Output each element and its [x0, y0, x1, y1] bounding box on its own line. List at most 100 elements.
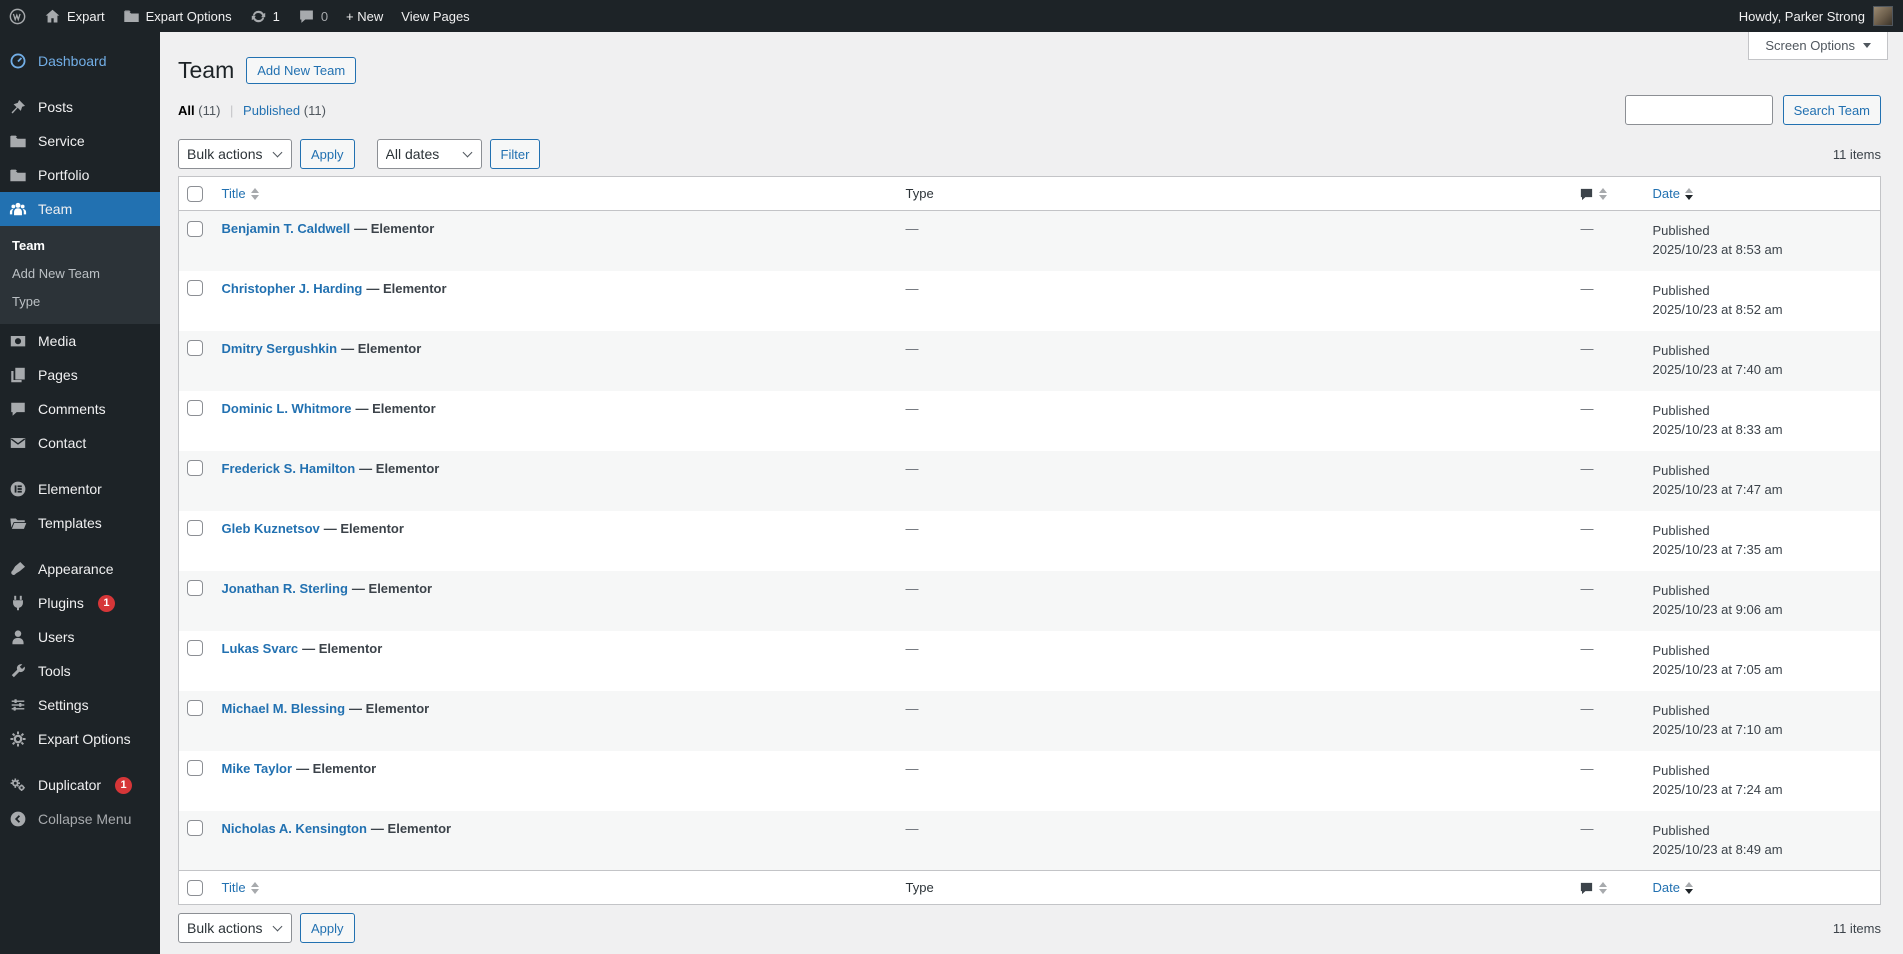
row-title-link[interactable]: Gleb Kuznetsov [222, 521, 320, 536]
row-title-link[interactable]: Christopher J. Harding [222, 281, 363, 296]
row-title-link[interactable]: Mike Taylor [222, 761, 293, 776]
sidebar-item-label: Users [38, 629, 75, 645]
row-type-value: — [905, 340, 919, 356]
submenu-item-add-new-team[interactable]: Add New Team [0, 260, 160, 288]
row-title-link[interactable]: Dominic L. Whitmore [222, 401, 352, 416]
bulk-actions-select[interactable]: Bulk actions [178, 913, 292, 943]
row-checkbox[interactable] [187, 640, 204, 657]
filter-all-link[interactable]: All [178, 103, 195, 118]
row-checkbox[interactable] [187, 400, 204, 417]
row-date: 2025/10/23 at 8:52 am [1652, 301, 1783, 317]
sidebar-item-service[interactable]: Service [0, 124, 160, 158]
sidebar-item-dashboard[interactable]: Dashboard [0, 44, 160, 78]
row-date: 2025/10/23 at 7:35 am [1652, 541, 1783, 557]
apply-button[interactable]: Apply [300, 139, 355, 169]
row-checkbox[interactable] [187, 340, 204, 357]
row-checkbox[interactable] [187, 820, 204, 837]
row-checkbox[interactable] [187, 520, 204, 537]
sort-by-date-header[interactable]: Date [1653, 880, 1693, 895]
row-checkbox[interactable] [187, 760, 204, 777]
row-post-state: — Elementor [355, 400, 436, 416]
row-title-link[interactable]: Nicholas A. Kensington [222, 821, 367, 836]
apply-button[interactable]: Apply [300, 913, 355, 943]
adminbar-howdy[interactable]: Howdy, Parker Strong [1739, 9, 1865, 24]
admin-bar: Expart Expart Options 1 0 + New View Pag… [0, 0, 1903, 32]
adminbar-new-button[interactable]: + New [337, 0, 392, 32]
row-status: Published [1652, 223, 1710, 238]
filter-published-link[interactable]: Published [243, 103, 300, 118]
dashboard-icon [8, 52, 28, 70]
row-checkbox[interactable] [187, 580, 204, 597]
sidebar-item-contact[interactable]: Contact [0, 426, 160, 460]
search-team-button[interactable]: Search Team [1782, 95, 1881, 125]
sort-by-comments-header[interactable] [1579, 185, 1607, 201]
sidebar-item-media[interactable]: Media [0, 324, 160, 358]
row-checkbox[interactable] [187, 280, 204, 297]
row-title-link[interactable]: Michael M. Blessing [222, 701, 346, 716]
table-row: Benjamin T. Caldwell — Elementor — — Publish… [178, 210, 1881, 271]
sort-by-title-header[interactable]: Title [222, 880, 259, 895]
sidebar-item-tools[interactable]: Tools [0, 654, 160, 688]
row-comments-value: — [1580, 760, 1594, 776]
duplicator-icon [8, 776, 28, 794]
sidebar-item-comments[interactable]: Comments [0, 392, 160, 426]
sidebar-item-users[interactable]: Users [0, 620, 160, 654]
submenu-item-type[interactable]: Type [0, 288, 160, 316]
bulk-actions-select[interactable]: Bulk actions [178, 139, 292, 169]
row-checkbox[interactable] [187, 700, 204, 717]
row-date: 2025/10/23 at 7:40 am [1652, 361, 1783, 377]
screen-options-button[interactable]: Screen Options [1748, 32, 1888, 60]
comment-icon [8, 400, 28, 418]
sort-by-title-header[interactable]: Title [222, 186, 259, 201]
adminbar-expart-options[interactable]: Expart Options [114, 0, 241, 32]
row-title-link[interactable]: Dmitry Sergushkin [222, 341, 338, 356]
table-row: Gleb Kuznetsov — Elementor — — Published 2025… [179, 511, 1881, 571]
row-title-link[interactable]: Benjamin T. Caldwell [222, 221, 351, 236]
avatar[interactable] [1873, 6, 1893, 26]
wordpress-logo-icon[interactable] [0, 0, 35, 32]
select-all-checkbox[interactable] [187, 879, 204, 896]
sort-by-date-header[interactable]: Date [1653, 186, 1693, 201]
filter-button[interactable]: Filter [489, 139, 541, 169]
adminbar-view-pages[interactable]: View Pages [392, 0, 478, 32]
sidebar-item-duplicator[interactable]: Duplicator 1 [0, 768, 160, 802]
sidebar-item-label: Duplicator [38, 777, 102, 793]
pushpin-icon [8, 98, 28, 116]
sidebar-item-team[interactable]: Team [0, 192, 160, 226]
row-comments-value: — [1580, 580, 1594, 596]
row-title-link[interactable]: Lukas Svarc [222, 641, 299, 656]
sidebar-item-posts[interactable]: Posts [0, 90, 160, 124]
adminbar-updates[interactable]: 1 [241, 0, 289, 32]
sidebar-item-label: Elementor [38, 481, 102, 497]
sidebar-item-appearance[interactable]: Appearance [0, 552, 160, 586]
sidebar-item-label: Settings [38, 697, 89, 713]
elementor-icon [8, 480, 28, 498]
row-post-state: — Elementor [359, 460, 440, 476]
sidebar-item-plugins[interactable]: Plugins 1 [0, 586, 160, 620]
row-comments-value: — [1580, 221, 1594, 236]
sidebar-item-pages[interactable]: Pages [0, 358, 160, 392]
home-icon [44, 8, 61, 25]
row-title-link[interactable]: Frederick S. Hamilton [222, 461, 356, 476]
table-row: Dominic L. Whitmore — Elementor — — Publishe… [179, 391, 1881, 451]
sidebar-item-templates[interactable]: Templates [0, 506, 160, 540]
submenu-item-team[interactable]: Team [0, 232, 160, 260]
row-checkbox[interactable] [187, 460, 204, 477]
sidebar-item-expart-options[interactable]: Expart Options [0, 722, 160, 756]
row-title-link[interactable]: Jonathan R. Sterling [222, 581, 348, 596]
sidebar-item-collapse[interactable]: Collapse Menu [0, 802, 160, 836]
sort-icon [1684, 187, 1693, 200]
row-checkbox[interactable] [187, 220, 204, 237]
select-all-checkbox[interactable] [187, 185, 204, 202]
adminbar-comments[interactable]: 0 [289, 0, 337, 32]
row-type-value: — [905, 760, 919, 776]
adminbar-site-name[interactable]: Expart [35, 0, 114, 32]
sidebar-item-portfolio[interactable]: Portfolio [0, 158, 160, 192]
bulk-actions-select-wrap: Bulk actions [178, 139, 292, 169]
sort-by-comments-header[interactable] [1579, 879, 1607, 895]
search-input[interactable] [1624, 95, 1773, 125]
add-new-team-button[interactable]: Add New Team [246, 56, 357, 84]
all-dates-select[interactable]: All dates [376, 139, 482, 169]
sidebar-item-elementor[interactable]: Elementor [0, 472, 160, 506]
sidebar-item-settings[interactable]: Settings [0, 688, 160, 722]
